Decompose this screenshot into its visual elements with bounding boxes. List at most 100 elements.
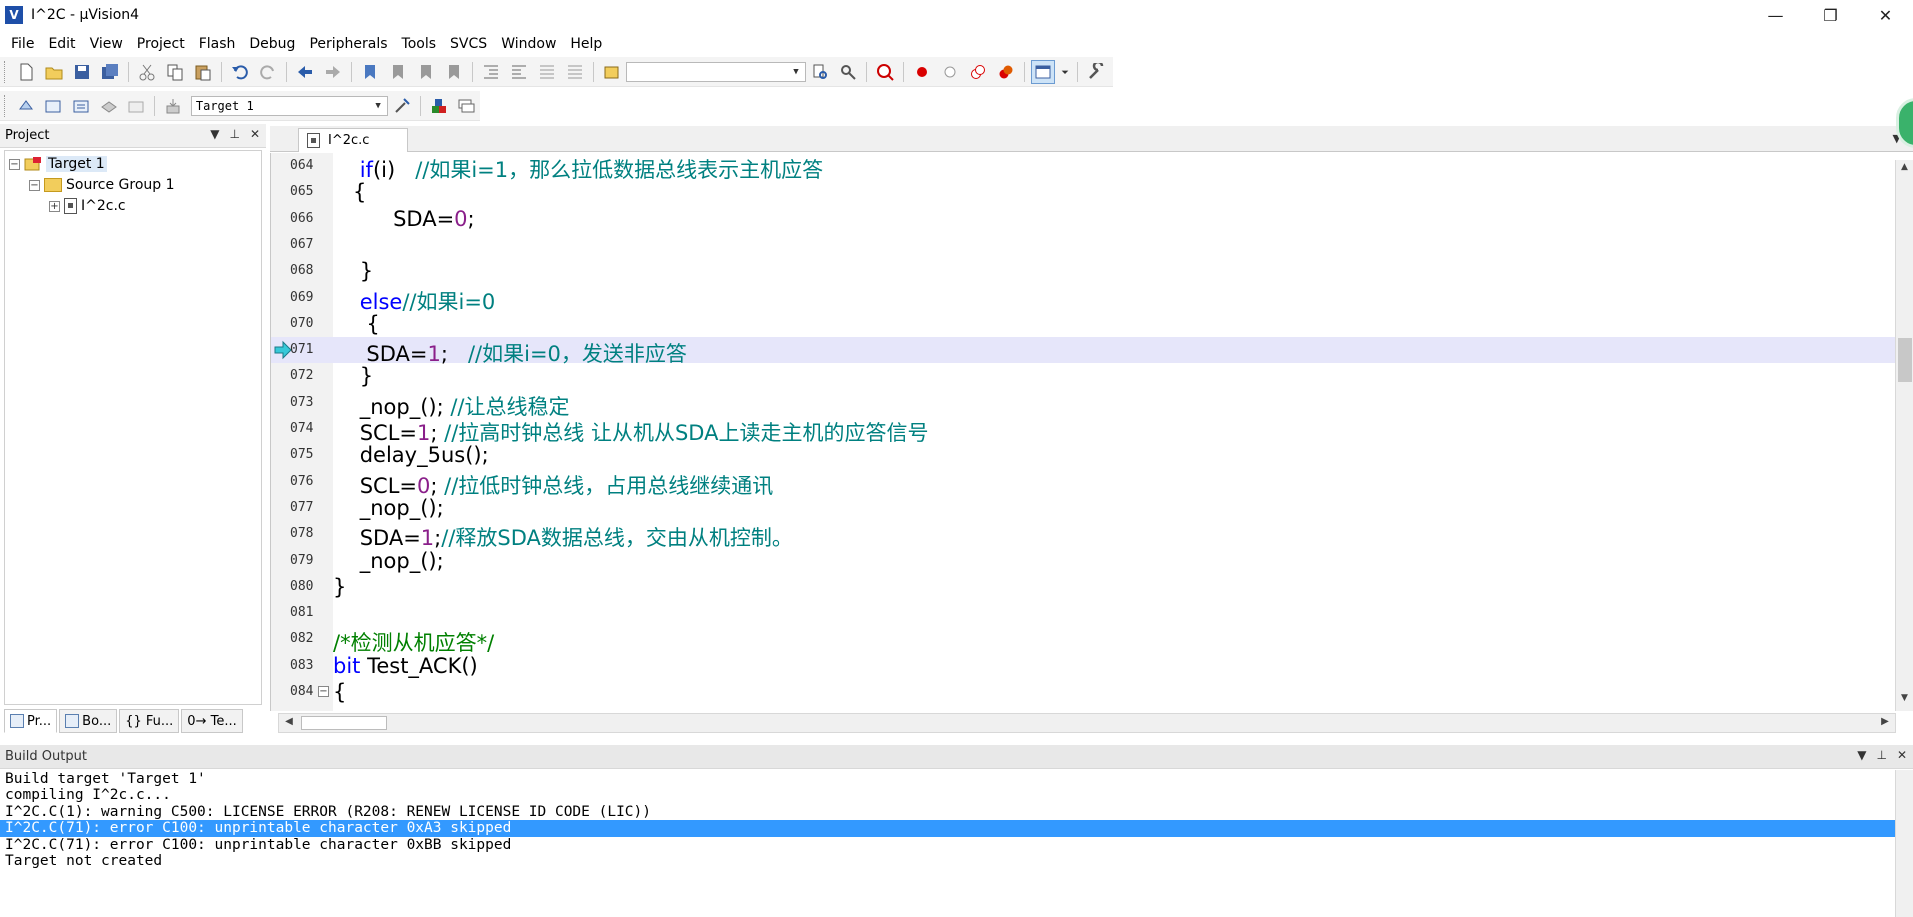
find-in-files-icon[interactable] [600, 60, 624, 84]
code-line[interactable]: 083 bit Test_ACK() [271, 653, 1895, 679]
chevron-down-icon[interactable]: ▼ [789, 65, 803, 79]
undo-icon[interactable] [228, 60, 252, 84]
save-all-icon[interactable] [98, 60, 122, 84]
code-line[interactable]: 072 } [271, 363, 1895, 389]
build-output-line[interactable]: compiling I^2c.c... [0, 787, 1895, 803]
bookmark-toggle-icon[interactable] [358, 60, 382, 84]
toolbar-grip[interactable] [4, 94, 8, 117]
code-line[interactable]: 071 SDA=1; //如果i=0，发送非应答 [271, 337, 1895, 366]
code-line[interactable]: 081 [271, 600, 1895, 626]
find-combo[interactable]: ▼ [626, 61, 806, 82]
target-select[interactable]: Target 1 ▼ [190, 95, 389, 116]
code-line[interactable]: 066 SDA=0; [271, 206, 1895, 232]
expand-icon[interactable]: + [49, 200, 60, 212]
incremental-find-icon[interactable] [836, 60, 860, 84]
menu-view[interactable]: View [83, 36, 130, 52]
build-output-line[interactable]: I^2C.C(71): error C100: unprintable char… [0, 820, 1895, 837]
fold-toggle-icon[interactable]: − [318, 686, 329, 697]
build-output-line[interactable]: I^2C.C(1): warning C500: LICENSE ERROR (… [0, 804, 1895, 820]
panel-close-icon[interactable]: ✕ [250, 127, 260, 141]
build-output-scrollbar[interactable] [1895, 770, 1913, 917]
comment-icon[interactable] [535, 60, 559, 84]
menu-tools[interactable]: Tools [395, 36, 444, 52]
panel-dropdown-icon[interactable]: ▼ [1857, 748, 1866, 762]
manage-components-icon[interactable] [427, 94, 451, 118]
build-output-line[interactable]: Build target 'Target 1' [0, 771, 1895, 787]
cut-icon[interactable] [135, 60, 159, 84]
find-icon[interactable] [808, 60, 832, 84]
code-line[interactable]: 075 delay_5us(); [271, 442, 1895, 468]
code-editor[interactable]: 064 if(i) //如果i=1，那么拉低数据总线表示主机应答 065 {066… [270, 153, 1895, 711]
rebuild-icon[interactable] [69, 94, 93, 118]
menu-peripherals[interactable]: Peripherals [302, 36, 394, 52]
code-line[interactable]: 077 _nop_(); [271, 495, 1895, 521]
code-line[interactable]: 074 SCL=1; //拉高时钟总线 让从机从SDA上读走主机的应答信号 [271, 416, 1895, 445]
new-file-icon[interactable] [14, 60, 38, 84]
toolbar-grip[interactable] [4, 60, 8, 83]
window-layout-icon[interactable] [1031, 59, 1055, 84]
pin-icon[interactable]: ⊥ [1876, 748, 1886, 762]
code-line[interactable]: 070 { [271, 311, 1895, 337]
collapse-icon[interactable]: − [29, 179, 40, 191]
scroll-left-icon[interactable]: ◀ [281, 716, 297, 730]
minimize-button[interactable]: — [1748, 0, 1803, 30]
code-line[interactable]: 068 } [271, 258, 1895, 284]
menu-project[interactable]: Project [130, 36, 192, 52]
scroll-up-icon[interactable]: ▲ [1896, 162, 1913, 178]
unindent-icon[interactable] [507, 60, 531, 84]
save-icon[interactable] [70, 60, 94, 84]
editor-vertical-scrollbar[interactable]: ▲ ▼ [1895, 160, 1913, 711]
menu-edit[interactable]: Edit [41, 36, 82, 52]
menu-svcs[interactable]: SVCS [443, 36, 494, 52]
breakpoint-disable-all-icon[interactable] [966, 60, 990, 84]
copy-icon[interactable] [163, 60, 187, 84]
batch-build-icon[interactable] [97, 94, 121, 118]
scroll-right-icon[interactable]: ▶ [1877, 716, 1893, 730]
tree-node-file[interactable]: + I^2c.c [49, 195, 126, 217]
code-line[interactable]: 084−{ [271, 679, 1895, 705]
breakpoint-kill-all-icon[interactable] [994, 60, 1018, 84]
uncomment-icon[interactable] [563, 60, 587, 84]
download-icon[interactable] [161, 94, 185, 118]
menu-debug[interactable]: Debug [242, 36, 302, 52]
tab-functions[interactable]: {} Fu... [119, 709, 180, 733]
navigate-forward-icon[interactable] [321, 60, 345, 84]
chevron-down-icon[interactable]: ▼ [371, 99, 385, 113]
editor-horizontal-scrollbar[interactable]: ◀ ▶ [278, 713, 1896, 733]
breakpoint-icon[interactable] [910, 60, 934, 84]
menu-flash[interactable]: Flash [192, 36, 243, 52]
code-line[interactable]: 067 [271, 232, 1895, 258]
build-output-line[interactable]: I^2C.C(71): error C100: unprintable char… [0, 837, 1895, 853]
build-output-text[interactable]: Build target 'Target 1' compiling I^2c.c.… [0, 770, 1895, 917]
open-folder-icon[interactable] [42, 60, 66, 84]
paste-icon[interactable] [191, 60, 215, 84]
bookmark-prev-icon[interactable] [386, 60, 410, 84]
code-line[interactable]: 080} [271, 574, 1895, 600]
stop-build-icon[interactable] [125, 94, 149, 118]
code-line[interactable]: 064 if(i) //如果i=1，那么拉低数据总线表示主机应答 [271, 153, 1895, 182]
indent-icon[interactable] [479, 60, 503, 84]
editor-tab-file[interactable]: I^2c.c [298, 128, 408, 152]
menu-help[interactable]: Help [563, 36, 609, 52]
tree-node-target[interactable]: − Target 1 [9, 153, 107, 175]
panel-close-icon[interactable]: ✕ [1897, 748, 1907, 762]
translate-icon[interactable] [14, 94, 38, 118]
pin-icon[interactable]: ⊥ [229, 127, 239, 141]
breakpoint-disable-icon[interactable] [938, 60, 962, 84]
collapse-icon[interactable]: − [9, 158, 20, 170]
code-line[interactable]: 079 _nop_(); [271, 548, 1895, 574]
build-output-line[interactable]: Target not created [0, 853, 1895, 869]
navigate-back-icon[interactable] [293, 60, 317, 84]
build-icon[interactable] [42, 94, 66, 118]
layout-dropdown-icon[interactable] [1059, 60, 1071, 84]
debug-session-icon[interactable] [873, 60, 897, 84]
tab-project[interactable]: Pr... [4, 709, 58, 733]
code-line[interactable]: 073 _nop_(); //让总线稳定 [271, 390, 1895, 419]
tree-node-group[interactable]: − Source Group 1 [29, 174, 175, 196]
code-line[interactable]: 069 else//如果i=0 [271, 285, 1895, 314]
bookmark-clear-icon[interactable] [442, 60, 466, 84]
close-button[interactable]: ✕ [1858, 0, 1913, 30]
configure-icon[interactable] [1084, 60, 1108, 84]
scroll-thumb[interactable] [1898, 338, 1912, 382]
maximize-button[interactable]: ❐ [1803, 0, 1858, 30]
